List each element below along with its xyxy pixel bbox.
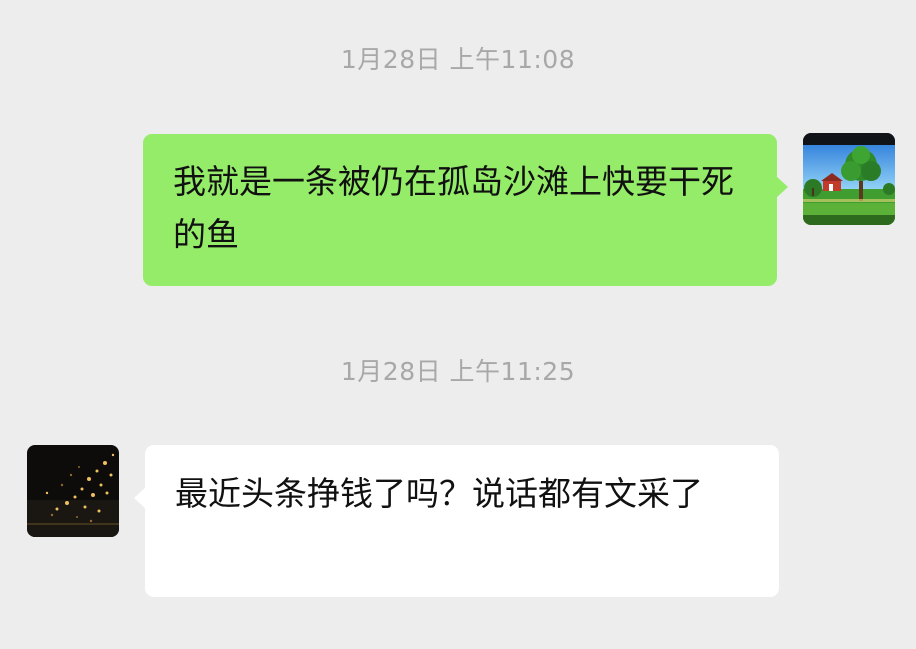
night-lights-avatar-icon: [27, 445, 119, 537]
contact-avatar[interactable]: [27, 445, 119, 537]
self-avatar[interactable]: [803, 133, 895, 225]
received-message-bubble[interactable]: 最近头条挣钱了吗？说话都有文采了: [134, 445, 779, 597]
farm-landscape-avatar-icon: [803, 133, 895, 225]
message-timestamp: 1月28日 上午11:08: [340, 45, 576, 74]
sent-message-bubble[interactable]: 我就是一条被仍在孤岛沙滩上快要干死的鱼: [143, 134, 788, 286]
sent-message-text: 我就是一条被仍在孤岛沙滩上快要干死的鱼: [173, 162, 734, 254]
received-message-text: 最近头条挣钱了吗？说话都有文采了: [175, 474, 703, 513]
message-timestamp: 1月28日 上午11:25: [340, 357, 576, 386]
